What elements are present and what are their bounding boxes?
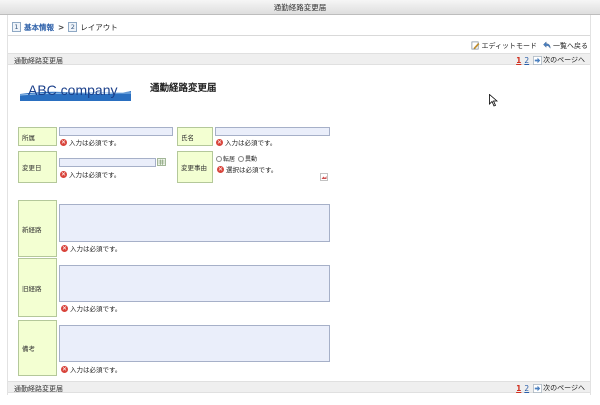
old-route-error-text: 入力は必須です。 bbox=[70, 305, 122, 313]
error-icon: ✕ bbox=[61, 244, 68, 252]
pencil-icon bbox=[472, 41, 480, 50]
department-error-text: 入力は必須です。 bbox=[69, 139, 121, 147]
error-icon: ✕ bbox=[217, 165, 224, 173]
radio-move-house-label: 転居 bbox=[223, 156, 236, 163]
breadcrumb-layout: レイアウト bbox=[80, 22, 118, 32]
company-logo: ABC company bbox=[20, 80, 131, 101]
svg-text:ABC company: ABC company bbox=[28, 82, 117, 98]
error-icon: ✕ bbox=[60, 138, 67, 146]
form-name-label: 通勤経路変更届 bbox=[14, 385, 63, 393]
remarks-error: ✕ 入力は必須です。 bbox=[61, 364, 121, 374]
mouse-cursor-icon bbox=[489, 94, 498, 107]
change-reason-radio-group: 転居 異動 bbox=[216, 154, 260, 163]
new-route-field[interactable] bbox=[59, 204, 330, 242]
new-route-error: ✕ 入力は必須です。 bbox=[61, 243, 121, 253]
back-to-list-label: 一覧へ戻る bbox=[553, 41, 588, 50]
radio-transfer[interactable] bbox=[238, 155, 245, 162]
name-error: ✕ 入力は必須です。 bbox=[216, 137, 276, 147]
change-reason-label: 変更事由 bbox=[177, 151, 213, 183]
divider bbox=[8, 35, 590, 36]
department-error: ✕ 入力は必須です。 bbox=[60, 137, 120, 147]
breadcrumb-separator: > bbox=[58, 22, 65, 32]
old-route-error: ✕ 入力は必須です。 bbox=[61, 303, 121, 313]
page-bar-top: 通勤経路変更届 1 2 次のページへ bbox=[8, 53, 590, 65]
change-reason-error: ✕ 選択は必須です。 bbox=[217, 164, 277, 174]
name-field[interactable] bbox=[215, 127, 330, 136]
edit-mode-label: エディットモード bbox=[481, 41, 537, 50]
change-date-error: ✕ 入力は必須です。 bbox=[60, 169, 120, 179]
breadcrumb: 1 基本情報 > 2 レイアウト bbox=[12, 21, 118, 33]
new-route-error-text: 入力は必須です。 bbox=[70, 245, 122, 253]
error-icon: ✕ bbox=[61, 304, 68, 312]
old-route-label: 旧経路 bbox=[18, 258, 57, 317]
error-icon: ✕ bbox=[60, 170, 67, 178]
page-1-link[interactable]: 1 bbox=[516, 56, 521, 65]
remarks-error-text: 入力は必須です。 bbox=[70, 366, 122, 374]
remarks-label: 備考 bbox=[18, 320, 57, 376]
frame-border-left bbox=[7, 15, 8, 395]
pager: 1 2 次のページへ bbox=[516, 55, 585, 65]
next-page-link[interactable]: 次のページへ bbox=[543, 55, 585, 65]
change-reason-error-text: 選択は必須です。 bbox=[226, 166, 278, 174]
new-route-label: 新経路 bbox=[18, 200, 57, 257]
next-page-link[interactable]: 次のページへ bbox=[543, 383, 585, 393]
error-icon: ✕ bbox=[216, 138, 223, 146]
page-2-link[interactable]: 2 bbox=[524, 384, 529, 393]
remarks-field[interactable] bbox=[59, 325, 330, 362]
step-number-2: 2 bbox=[68, 22, 78, 32]
step-number-1: 1 bbox=[12, 22, 21, 32]
edit-mode-button[interactable]: エディットモード bbox=[471, 41, 537, 51]
back-to-list-button[interactable]: 一覧へ戻る bbox=[543, 41, 588, 51]
old-route-field[interactable] bbox=[59, 265, 330, 302]
breadcrumb-basic-info[interactable]: 基本情報 bbox=[24, 22, 54, 33]
name-error-text: 入力は必須です。 bbox=[225, 139, 277, 147]
department-field[interactable] bbox=[59, 127, 173, 136]
page-2-link[interactable]: 2 bbox=[524, 56, 529, 65]
radio-move-house[interactable] bbox=[216, 155, 222, 162]
form-name-label: 通勤経路変更届 bbox=[14, 57, 63, 65]
next-page-icon bbox=[533, 55, 542, 65]
error-icon: ✕ bbox=[61, 365, 68, 373]
name-label: 氏名 bbox=[177, 127, 213, 146]
pager: 1 2 次のページへ bbox=[516, 383, 585, 393]
toolbar: エディットモード 一覧へ戻る bbox=[465, 40, 588, 51]
page-bar-bottom: 通勤経路変更届 1 2 次のページへ bbox=[8, 381, 590, 393]
radio-transfer-label: 異動 bbox=[245, 156, 258, 163]
image-placeholder-icon bbox=[320, 173, 328, 181]
change-date-label: 変更日 bbox=[18, 151, 57, 183]
calendar-icon[interactable] bbox=[157, 158, 166, 166]
frame-border-right bbox=[590, 15, 591, 395]
change-date-error-text: 入力は必須です。 bbox=[69, 171, 121, 179]
back-arrow-icon bbox=[543, 41, 551, 49]
window-title: 通勤経路変更届 bbox=[0, 0, 600, 15]
page-1-link[interactable]: 1 bbox=[516, 384, 521, 393]
next-page-icon bbox=[533, 383, 542, 393]
form-title: 通勤経路変更届 bbox=[150, 83, 217, 94]
department-label: 所属 bbox=[18, 127, 57, 146]
change-date-field[interactable] bbox=[59, 158, 156, 167]
